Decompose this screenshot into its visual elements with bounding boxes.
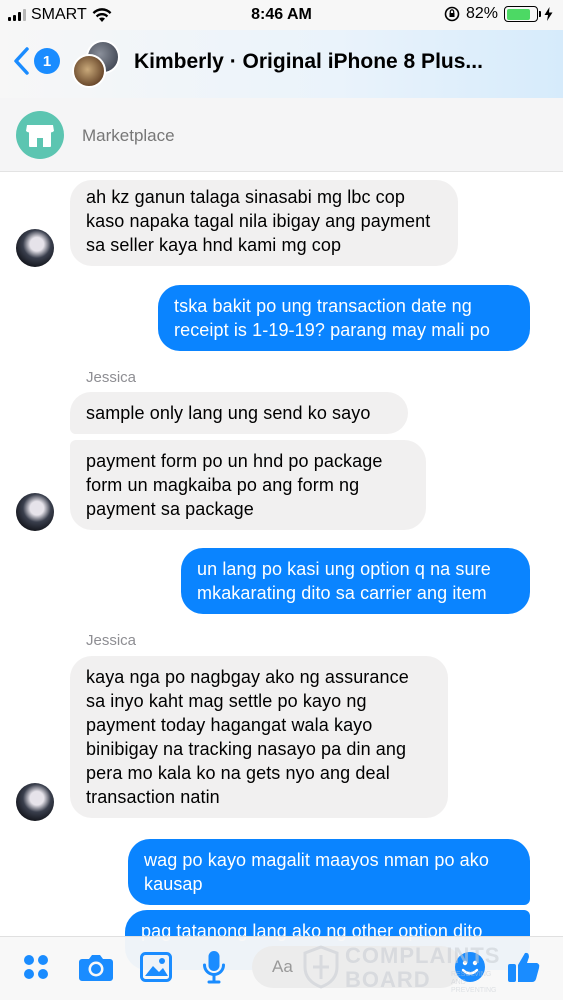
camera-button[interactable] xyxy=(76,947,116,987)
voice-message-button[interactable] xyxy=(194,947,234,987)
message-bubble-incoming[interactable]: kaya nga po nagbgay ako ng assurance sa … xyxy=(70,656,448,818)
sender-name: Jessica xyxy=(86,369,137,386)
microphone-icon xyxy=(203,951,225,984)
unread-count-badge: 1 xyxy=(34,48,60,74)
avatar-primary xyxy=(72,54,106,88)
thumbs-up-icon xyxy=(508,952,540,982)
battery-icon xyxy=(504,6,541,22)
like-button[interactable] xyxy=(504,947,544,987)
shield-icon xyxy=(303,945,339,989)
watermark-tagline: RESOLVING AND PREVENTING xyxy=(451,971,497,994)
message-bubble-incoming[interactable]: ah kz ganun talaga sinasabi mg lbc cop k… xyxy=(70,180,458,266)
composer-bar: Aa COMPLAINTS BOARD RESOLVING AND PREVEN… xyxy=(0,936,563,1000)
conversation-avatar[interactable] xyxy=(72,40,122,90)
chevron-left-icon xyxy=(14,47,29,75)
message-text: ah kz ganun talaga sinasabi mg lbc cop k… xyxy=(86,187,431,255)
marketplace-label: Marketplace xyxy=(82,126,175,145)
message-text: un lang po kasi ung option q na sure mka… xyxy=(197,559,491,603)
complaints-board-watermark: COMPLAINTS BOARD RESOLVING AND PREVENTIN… xyxy=(303,939,503,999)
message-input-placeholder: Aa xyxy=(272,957,293,976)
marketplace-store-icon xyxy=(16,111,64,159)
sender-avatar[interactable] xyxy=(16,493,54,531)
sender-avatar[interactable] xyxy=(16,783,54,821)
message-text: kaya nga po nagbgay ako ng assurance sa … xyxy=(86,667,409,807)
status-bar: SMART 8:46 AM 82% xyxy=(0,0,563,30)
message-bubble-incoming[interactable]: payment form po un hnd po package form u… xyxy=(70,440,426,530)
message-bubble-outgoing[interactable]: wag po kayo magalit maayos nman po ako k… xyxy=(128,839,530,905)
watermark-line1: COMPLAINTS xyxy=(345,943,501,968)
image-icon xyxy=(140,952,172,982)
message-bubble-incoming[interactable]: sample only lang ung send ko sayo xyxy=(70,392,408,434)
more-actions-button[interactable] xyxy=(16,947,56,987)
conversation-header: 1 Kimberly · Original iPhone 8 Plus... xyxy=(0,30,563,98)
status-right: 82% xyxy=(444,5,553,23)
sender-avatar[interactable] xyxy=(16,229,54,267)
photo-gallery-button[interactable] xyxy=(136,947,176,987)
message-bubble-outgoing[interactable]: un lang po kasi ung option q na sure mka… xyxy=(181,548,530,614)
message-text: wag po kayo magalit maayos nman po ako k… xyxy=(144,850,489,894)
message-text: payment form po un hnd po package form u… xyxy=(86,451,383,519)
marketplace-banner[interactable]: Marketplace xyxy=(0,98,563,172)
conversation-title[interactable]: Kimberly · Original iPhone 8 Plus... xyxy=(134,50,483,74)
battery-percent: 82% xyxy=(465,5,498,22)
camera-icon xyxy=(79,955,113,981)
watermark-line2: BOARD xyxy=(345,967,431,992)
grid-dots-icon xyxy=(24,955,48,979)
message-text: tska bakit po ung transaction date ng re… xyxy=(174,296,490,340)
sender-name: Jessica xyxy=(86,632,137,649)
charging-bolt-icon xyxy=(544,7,553,21)
orientation-lock-icon xyxy=(444,6,460,22)
message-text: sample only lang ung send ko sayo xyxy=(86,403,371,423)
message-bubble-outgoing[interactable]: tska bakit po ung transaction date ng re… xyxy=(158,285,530,351)
back-button[interactable]: 1 xyxy=(12,46,60,76)
